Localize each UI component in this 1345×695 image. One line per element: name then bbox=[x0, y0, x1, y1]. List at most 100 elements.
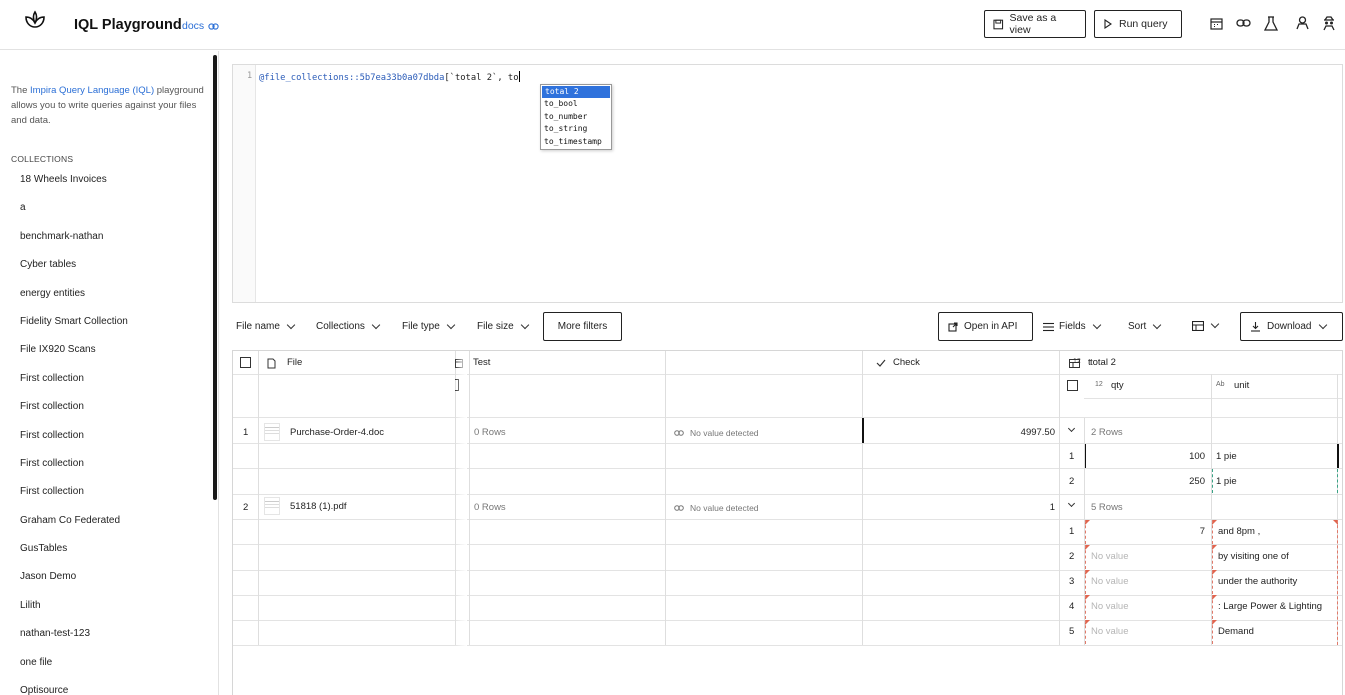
collection-item[interactable]: File IX920 Scans bbox=[20, 343, 128, 371]
test-cell[interactable]: 0 Rows bbox=[474, 502, 506, 513]
chevron-down-icon bbox=[520, 320, 529, 329]
chevron-down-icon[interactable] bbox=[1067, 499, 1076, 508]
unit-cell[interactable]: under the authority bbox=[1218, 576, 1297, 587]
collection-item[interactable]: benchmark-nathan bbox=[20, 230, 128, 258]
autocomplete-option[interactable]: total 2 bbox=[542, 86, 610, 99]
autocomplete-option[interactable]: to_bool bbox=[541, 98, 611, 110]
check-cell[interactable]: No value detected bbox=[690, 503, 759, 513]
row-divider bbox=[233, 544, 1342, 545]
save-as-view-button[interactable]: Save as a view bbox=[984, 10, 1086, 38]
collection-item[interactable]: energy entities bbox=[20, 287, 128, 315]
cell-edge bbox=[1085, 620, 1086, 644]
total2-cell[interactable]: 4997.50 bbox=[993, 427, 1055, 438]
flask-icon[interactable] bbox=[1262, 14, 1280, 32]
file-column-header[interactable]: File bbox=[287, 357, 302, 368]
collection-item[interactable]: First collection bbox=[20, 485, 128, 513]
collection-item[interactable]: GusTables bbox=[20, 542, 128, 570]
test-column-header[interactable]: Test bbox=[473, 357, 490, 368]
chevron-down-icon bbox=[286, 320, 296, 329]
collection-item[interactable]: First collection bbox=[20, 429, 128, 457]
layout-menu[interactable] bbox=[1192, 319, 1220, 331]
query-editor[interactable]: 1 @file_collections::5b7ea33b0a07dbda[`t… bbox=[232, 64, 1343, 303]
query-code[interactable]: @file_collections::5b7ea33b0a07dbda[`tot… bbox=[259, 71, 520, 83]
collection-item[interactable]: Lilith bbox=[20, 599, 128, 627]
collection-item[interactable]: nathan-test-123 bbox=[20, 627, 128, 655]
calendar-icon[interactable] bbox=[1207, 14, 1225, 32]
chevron-down-icon[interactable] bbox=[1067, 424, 1076, 433]
run-query-button[interactable]: Run query bbox=[1094, 10, 1182, 38]
row-divider bbox=[233, 519, 1342, 520]
autocomplete-option[interactable]: to_timestamp bbox=[541, 136, 611, 148]
sort-menu[interactable]: Sort bbox=[1128, 320, 1162, 332]
collection-item[interactable]: Fidelity Smart Collection bbox=[20, 315, 128, 343]
check-column-header[interactable]: Check bbox=[893, 357, 920, 368]
unit-cell[interactable]: by visiting one of bbox=[1218, 551, 1289, 562]
collection-item[interactable]: Jason Demo bbox=[20, 570, 128, 598]
fields-menu[interactable]: Fields bbox=[1043, 320, 1101, 332]
row-divider bbox=[233, 468, 1342, 469]
page-title: IQL Playground bbox=[74, 17, 182, 33]
select-all-checkbox[interactable] bbox=[240, 357, 251, 368]
docs-link[interactable]: docs bbox=[182, 20, 219, 32]
file-thumbnail[interactable] bbox=[264, 497, 280, 515]
collections-filter[interactable]: Collections bbox=[316, 320, 381, 332]
qty-cell[interactable]: No value bbox=[1091, 551, 1129, 562]
collection-item[interactable]: First collection bbox=[20, 372, 128, 400]
qty-cell[interactable]: 250 bbox=[1143, 476, 1205, 487]
collection-item[interactable]: Graham Co Federated bbox=[20, 514, 128, 542]
column-fade-overlay bbox=[455, 351, 467, 695]
t-column-header[interactable]: t bbox=[1088, 357, 1091, 368]
file-name-cell[interactable]: Purchase-Order-4.doc bbox=[290, 427, 384, 438]
collection-item[interactable]: Optisource bbox=[20, 684, 128, 695]
qty-cell[interactable]: No value bbox=[1091, 601, 1129, 612]
iql-docs-link[interactable]: Impira Query Language (IQL) bbox=[30, 85, 154, 96]
unit-cell[interactable]: Demand bbox=[1218, 626, 1254, 637]
test-cell[interactable]: 0 Rows bbox=[474, 427, 506, 438]
impira-logo-icon[interactable] bbox=[24, 10, 46, 32]
unit-cell[interactable]: 1 pie bbox=[1216, 476, 1237, 487]
qty-cell[interactable]: 7 bbox=[1143, 526, 1205, 537]
autocomplete-option[interactable]: to_number bbox=[541, 111, 611, 123]
qty-cell[interactable]: 100 bbox=[1143, 451, 1205, 462]
top-bar: IQL Playground docs Save as a view Run q… bbox=[0, 0, 1345, 50]
link-chain-icon[interactable] bbox=[1234, 14, 1252, 32]
chevron-down-icon bbox=[1092, 320, 1101, 329]
t-rows-count[interactable]: 5 Rows bbox=[1091, 502, 1123, 513]
file-size-filter[interactable]: File size bbox=[477, 320, 529, 332]
qty-column-header[interactable]: qty bbox=[1111, 380, 1124, 391]
autocomplete-option[interactable]: to_string bbox=[541, 123, 611, 135]
subrow-index: 3 bbox=[1069, 576, 1075, 587]
check-cell[interactable]: No value detected bbox=[690, 428, 759, 438]
file-name-cell[interactable]: 51818 (1).pdf bbox=[290, 501, 347, 512]
row-index: 2 bbox=[243, 502, 249, 513]
user-icon[interactable] bbox=[1293, 14, 1311, 32]
download-button[interactable]: Download bbox=[1240, 312, 1343, 341]
sidebar: The Impira Query Language (IQL) playgrou… bbox=[0, 51, 219, 695]
file-type-filter[interactable]: File type bbox=[402, 320, 456, 332]
row-divider bbox=[233, 417, 1342, 418]
t-select-checkbox[interactable] bbox=[1067, 380, 1078, 391]
sidebar-scrollbar[interactable] bbox=[213, 55, 217, 500]
collection-item[interactable]: Cyber tables bbox=[20, 258, 128, 286]
collection-item[interactable]: a bbox=[20, 201, 128, 229]
qty-cell[interactable]: No value bbox=[1091, 576, 1129, 587]
unit-cell[interactable]: 1 pie bbox=[1216, 451, 1237, 462]
collection-item[interactable]: 18 Wheels Invoices bbox=[20, 173, 128, 201]
file-name-filter-label: File name bbox=[236, 321, 280, 332]
file-thumbnail[interactable] bbox=[264, 423, 280, 441]
more-filters-button[interactable]: More filters bbox=[543, 312, 622, 341]
total2-cell[interactable]: 1 bbox=[993, 502, 1055, 513]
file-name-filter[interactable]: File name bbox=[236, 320, 296, 332]
column-divider bbox=[1059, 351, 1060, 645]
unit-cell[interactable]: : Large Power & Lighting bbox=[1218, 601, 1322, 612]
qty-cell[interactable]: No value bbox=[1091, 626, 1129, 637]
collection-item[interactable]: one file bbox=[20, 656, 128, 684]
unit-cell[interactable]: and 8pm , bbox=[1218, 526, 1260, 537]
collection-item[interactable]: First collection bbox=[20, 457, 128, 485]
total2-column-header[interactable]: total 2 bbox=[1090, 357, 1116, 368]
spy-user-icon[interactable] bbox=[1320, 14, 1338, 32]
t-rows-count[interactable]: 2 Rows bbox=[1091, 427, 1123, 438]
open-in-api-button[interactable]: Open in API bbox=[938, 312, 1033, 341]
collection-item[interactable]: First collection bbox=[20, 400, 128, 428]
unit-column-header[interactable]: unit bbox=[1234, 380, 1249, 391]
